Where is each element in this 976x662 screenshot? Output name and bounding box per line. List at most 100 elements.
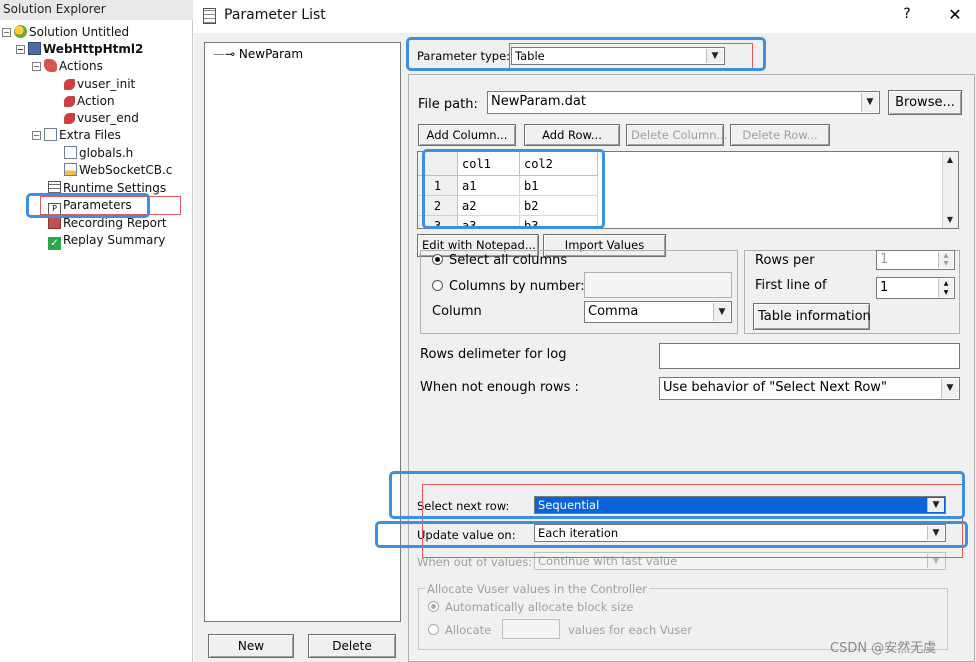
column-delimiter-select[interactable]: Comma ▼ [584, 301, 732, 323]
tree-action-label: vuser_end [77, 111, 139, 125]
file-icon [64, 163, 77, 176]
tree-extra-files-folder[interactable]: − Extra Files [32, 127, 121, 144]
tree-file-label: WebSocketCB.c [79, 163, 173, 177]
new-button[interactable]: New [208, 634, 294, 658]
dropdown-arrow-icon: ▼ [713, 303, 730, 321]
parameter-item[interactable]: —⊸ NewParam [213, 47, 303, 61]
radio-unselected [428, 624, 439, 635]
project-icon [28, 42, 41, 55]
scroll-down-icon[interactable]: ▼ [943, 212, 957, 228]
not-enough-rows-select[interactable]: Use behavior of "Select Next Row" ▼ [659, 377, 960, 400]
watermark: CSDN @安然无虞 [830, 641, 937, 656]
radio-selected [432, 254, 443, 265]
spinner-arrows-icon[interactable]: ▲ ▼ [938, 279, 953, 297]
allocate-group-label: Allocate Vuser values in the Controller [425, 582, 650, 596]
allocate-count-input[interactable] [502, 619, 560, 639]
add-column-button[interactable]: Add Column... [418, 124, 516, 146]
parameter-tree[interactable]: —⊸ NewParam [204, 42, 401, 622]
values-per-vuser-label: values for each Vuser [568, 623, 693, 637]
rows-per-spinner[interactable]: 1 ▲ ▼ [876, 250, 955, 270]
first-line-value: 1 [880, 280, 889, 295]
tree-solution[interactable]: − Solution Untitled [2, 24, 129, 41]
tree-replay-label: Replay Summary [63, 233, 166, 247]
tree-recording-label: Recording Report [63, 216, 167, 230]
column-delimiter-label: Column [432, 304, 482, 319]
rows-per-value: 1 [880, 252, 889, 267]
tree-action-item[interactable]: vuser_init [64, 76, 135, 93]
check-icon: ✓ [48, 237, 61, 250]
file-path-value: NewParam.dat [491, 94, 586, 109]
tree-project[interactable]: − WebHttpHtml2 [16, 41, 143, 58]
collapse-toggle[interactable]: − [32, 131, 41, 140]
collapse-toggle[interactable]: − [16, 45, 25, 54]
collapse-toggle[interactable]: − [2, 28, 11, 37]
annotation-blue-box [389, 471, 965, 519]
columns-by-number-radio[interactable]: Columns by number: [432, 279, 585, 294]
not-enough-rows-label: When not enough rows : [420, 380, 579, 395]
tree-action-item[interactable]: vuser_end [64, 110, 139, 127]
select-all-columns-radio[interactable]: Select all columns [432, 253, 567, 268]
dropdown-arrow-icon: ▼ [941, 379, 958, 398]
auto-allocate-label: Automatically allocate block size [445, 600, 634, 614]
columns-by-number-label: Columns by number: [449, 279, 585, 294]
tree-replay-summary[interactable]: ✓ Replay Summary [48, 232, 166, 250]
tree-action-label: vuser_init [77, 77, 136, 91]
rows-delimiter-label: Rows delimeter for log [420, 347, 567, 362]
tree-actions-label: Actions [59, 59, 103, 73]
tree-solution-label: Solution Untitled [29, 25, 130, 39]
tree-extra-files-label: Extra Files [59, 128, 121, 142]
annotation-blue-box [422, 149, 605, 229]
parameter-icon: ⊸ [225, 47, 236, 61]
not-enough-rows-value: Use behavior of "Select Next Row" [663, 380, 887, 395]
tree-file-item[interactable]: globals.h [64, 145, 133, 162]
action-icon [64, 113, 75, 124]
solution-icon [14, 25, 27, 38]
auto-allocate-radio[interactable]: Automatically allocate block size [428, 600, 633, 614]
file-path-select[interactable]: NewParam.dat ▼ [487, 91, 880, 114]
dialog-title-bar: Parameter List ? ✕ [194, 0, 976, 33]
first-line-label: First line of [755, 278, 827, 293]
annotation-blue-box [375, 521, 968, 548]
allocate-radio[interactable]: Allocate [428, 623, 491, 637]
rows-per-label: Rows per [755, 253, 815, 268]
table-information-button[interactable]: Table information [753, 303, 871, 330]
action-icon [64, 79, 75, 90]
radio-selected [428, 601, 439, 612]
collapse-toggle[interactable]: − [32, 62, 41, 71]
scroll-up-icon[interactable]: ▲ [943, 152, 957, 168]
file-path-label: File path: [418, 97, 478, 112]
file-icon [64, 146, 77, 159]
action-icon [64, 96, 75, 107]
actions-icon [44, 59, 57, 72]
annotation-blue-box [406, 37, 766, 71]
delete-row-button[interactable]: Delete Row... [730, 124, 830, 146]
allocate-label: Allocate [445, 623, 492, 637]
dialog-title: Parameter List [224, 7, 326, 23]
columns-by-number-input[interactable] [584, 272, 732, 298]
add-row-button[interactable]: Add Row... [524, 124, 620, 146]
tree-file-item[interactable]: WebSocketCB.c [64, 162, 172, 179]
column-delimiter-value: Comma [588, 304, 639, 319]
close-icon[interactable]: ✕ [944, 5, 966, 27]
help-button[interactable]: ? [897, 6, 917, 26]
folder-icon [44, 128, 57, 141]
table-vertical-scrollbar[interactable]: ▲ ▼ [942, 152, 958, 228]
select-all-columns-label: Select all columns [449, 253, 568, 268]
annotation-blue-box [26, 193, 150, 218]
tree-actions-folder[interactable]: − Actions [32, 58, 103, 75]
delete-column-button[interactable]: Delete Column... [626, 124, 727, 146]
radio-unselected [432, 280, 443, 291]
dropdown-arrow-icon: ▼ [861, 93, 878, 112]
spinner-arrows-icon[interactable]: ▲ ▼ [938, 252, 953, 268]
solution-explorer-title: Solution Explorer [0, 0, 193, 20]
delete-button[interactable]: Delete [308, 634, 396, 658]
tree-action-item[interactable]: Action [64, 93, 115, 110]
rows-delimiter-input[interactable] [659, 343, 960, 369]
parameter-item-label: NewParam [238, 47, 304, 61]
browse-button[interactable]: Browse... [888, 90, 962, 115]
tree-action-label: Action [77, 94, 115, 108]
first-line-spinner[interactable]: 1 ▲ ▼ [876, 277, 955, 299]
parameter-list-icon [203, 8, 216, 24]
solution-explorer-panel: Solution Explorer − Solution Untitled − We… [0, 0, 193, 662]
tree-file-label: globals.h [79, 146, 134, 160]
